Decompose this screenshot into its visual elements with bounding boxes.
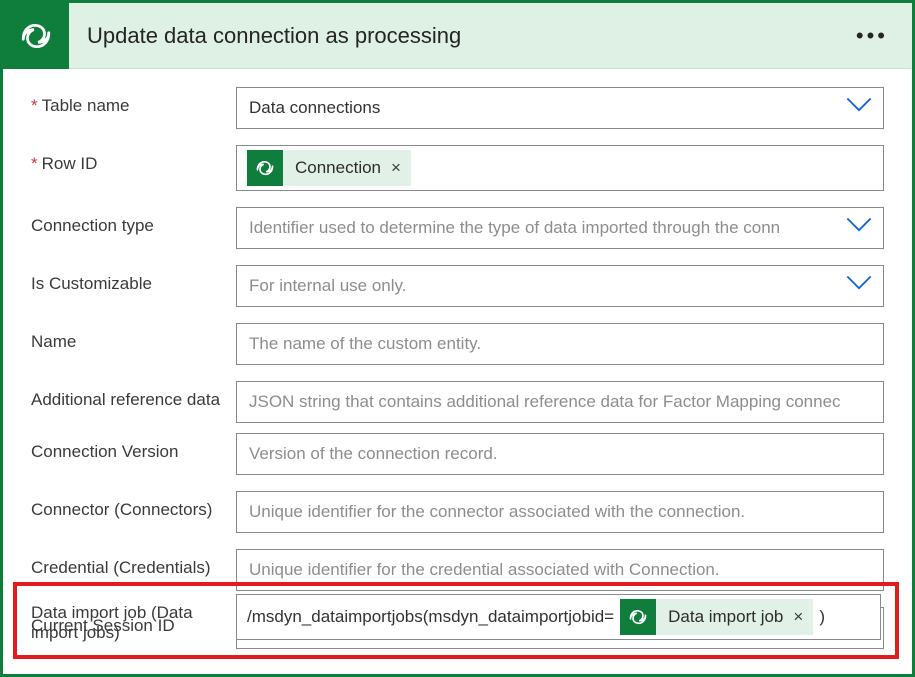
token-data-import-job[interactable]: Data import job ×	[620, 599, 813, 635]
label-connection-version: Connection Version	[31, 433, 236, 462]
row-connector: Connector (Connectors) Unique identifier…	[31, 491, 884, 533]
token-remove-icon[interactable]: ×	[791, 607, 813, 627]
connector-placeholder: Unique identifier for the connector asso…	[249, 502, 745, 522]
dataverse-icon	[620, 599, 656, 635]
row-is-customizable: Is Customizable For internal use only.	[31, 265, 884, 307]
connection-type-dropdown[interactable]: Identifier used to determine the type of…	[236, 207, 884, 249]
token-label: Data import job	[656, 607, 791, 627]
chevron-down-icon	[845, 216, 873, 241]
name-placeholder: The name of the custom entity.	[249, 334, 481, 354]
row-connection-type: Connection type Identifier used to deter…	[31, 207, 884, 249]
card-title: Update data connection as processing	[87, 23, 856, 49]
label-additional-ref: Additional reference data	[31, 381, 236, 410]
credential-placeholder: Unique identifier for the credential ass…	[249, 560, 720, 580]
label-connection-type: Connection type	[31, 207, 236, 236]
name-input[interactable]: The name of the custom entity.	[236, 323, 884, 365]
label-is-customizable: Is Customizable	[31, 265, 236, 294]
token-remove-icon[interactable]: ×	[389, 158, 411, 178]
is-customizable-dropdown[interactable]: For internal use only.	[236, 265, 884, 307]
label-table-name: Table name	[31, 87, 236, 116]
token-connection[interactable]: Connection ×	[247, 150, 411, 186]
additional-ref-input[interactable]: JSON string that contains additional ref…	[236, 381, 884, 423]
label-connector: Connector (Connectors)	[31, 491, 236, 520]
chevron-down-icon	[845, 96, 873, 121]
more-actions-button[interactable]: •••	[856, 23, 888, 49]
chevron-down-icon	[845, 274, 873, 299]
row-row-id: Row ID Connection ×	[31, 145, 884, 191]
table-name-value: Data connections	[249, 98, 380, 118]
table-name-dropdown[interactable]: Data connections	[236, 87, 884, 129]
is-customizable-placeholder: For internal use only.	[249, 276, 406, 296]
expression-suffix: )	[819, 607, 825, 627]
connection-type-placeholder: Identifier used to determine the type of…	[249, 218, 780, 238]
label-name: Name	[31, 323, 236, 352]
data-import-job-field[interactable]: /msdyn_dataimportjobs(msdyn_dataimportjo…	[236, 594, 881, 640]
row-name: Name The name of the custom entity.	[31, 323, 884, 365]
row-additional-ref: Additional reference data JSON string th…	[31, 381, 884, 423]
connection-version-input[interactable]: Version of the connection record.	[236, 433, 884, 475]
highlighted-row: Data import job (Data import jobs) /msdy…	[13, 582, 899, 659]
connection-version-placeholder: Version of the connection record.	[249, 444, 498, 464]
form-body: Table name Data connections Row ID	[3, 69, 912, 649]
label-credential: Credential (Credentials)	[31, 549, 236, 578]
card-header: Update data connection as processing •••	[3, 3, 912, 69]
action-card: Update data connection as processing •••…	[0, 0, 915, 677]
label-row-id: Row ID	[31, 145, 236, 174]
label-data-import-job: Data import job (Data import jobs)	[31, 594, 236, 643]
dataverse-icon	[247, 150, 283, 186]
row-id-field[interactable]: Connection ×	[236, 145, 884, 191]
expression-prefix: /msdyn_dataimportjobs(msdyn_dataimportjo…	[247, 607, 614, 627]
additional-ref-placeholder: JSON string that contains additional ref…	[249, 392, 841, 412]
token-label: Connection	[283, 158, 389, 178]
row-connection-version: Connection Version Version of the connec…	[31, 433, 884, 475]
connector-input[interactable]: Unique identifier for the connector asso…	[236, 491, 884, 533]
dataverse-icon	[3, 3, 69, 69]
row-table-name: Table name Data connections	[31, 87, 884, 129]
